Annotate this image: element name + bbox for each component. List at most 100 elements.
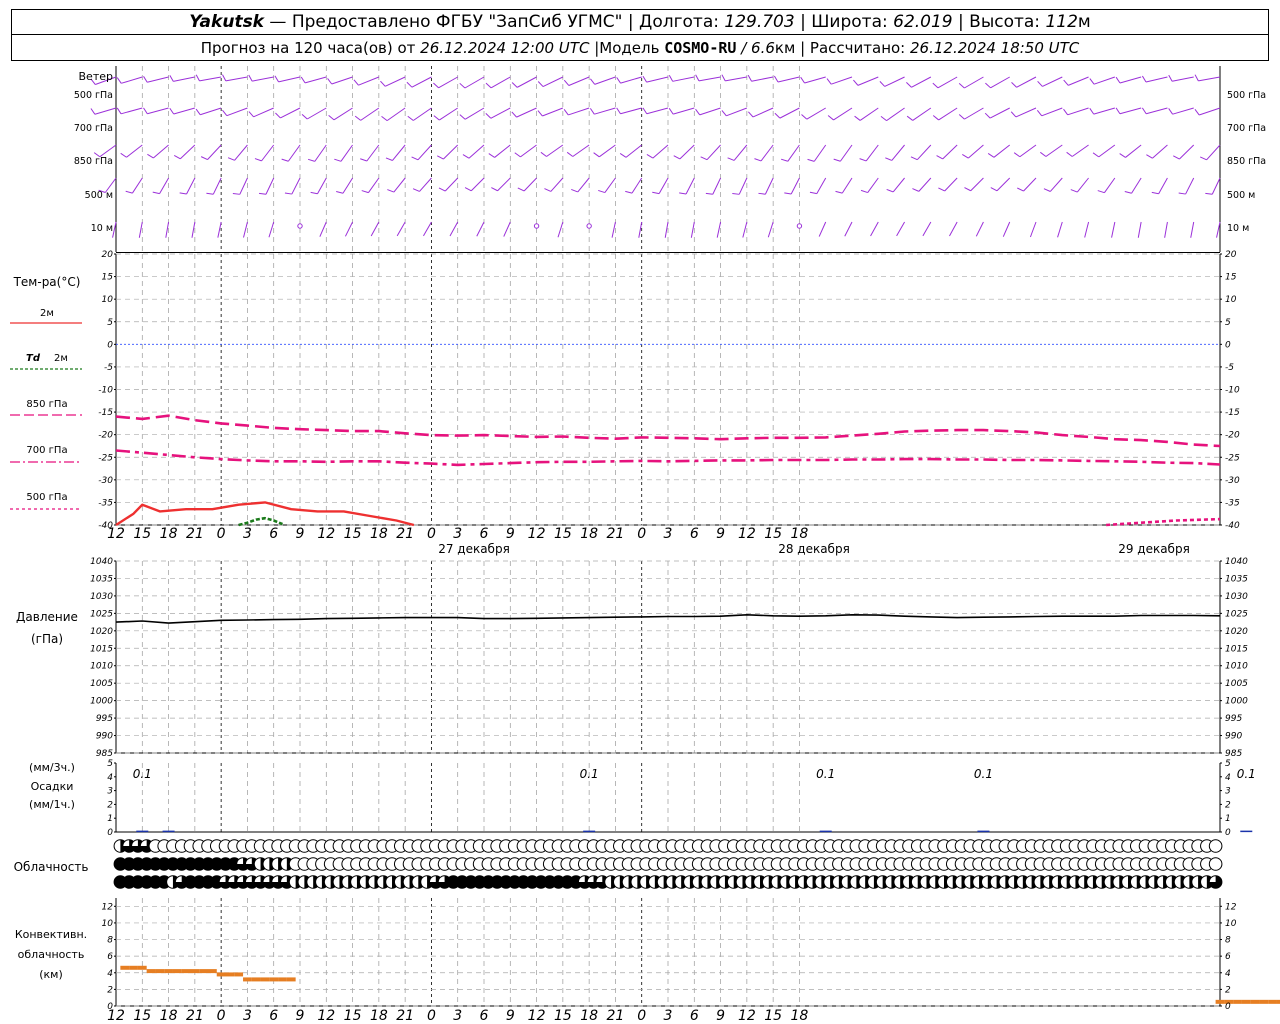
wind-feather — [459, 82, 466, 89]
wind-calm — [796, 223, 803, 229]
wind-feather — [275, 112, 281, 119]
wind-barb — [234, 144, 248, 161]
wind-feather — [491, 187, 498, 192]
wind-feather — [307, 158, 315, 162]
wind-feather — [328, 115, 335, 121]
wind-feather — [1036, 110, 1043, 117]
hour-tick-label: 21 — [186, 526, 204, 542]
wind-feather — [1089, 108, 1095, 115]
conv-bar — [286, 977, 296, 982]
wind-barb — [1111, 221, 1116, 238]
wind-barb — [1049, 177, 1063, 192]
temp-ytick-right: 10 — [1225, 295, 1237, 305]
wind-barb — [159, 177, 170, 194]
wind-feather — [700, 156, 708, 161]
pres-ytick-right: 1040 — [1225, 557, 1248, 567]
hour-tick-label: 6 — [480, 526, 489, 542]
wind-feather — [485, 113, 492, 119]
wind-barb — [1023, 177, 1037, 192]
wind-barb — [333, 107, 353, 121]
wind-barb — [470, 177, 485, 192]
wind-feather — [695, 74, 700, 82]
wind-barb — [949, 221, 958, 237]
conv-bar — [225, 972, 235, 977]
wind-barb — [1002, 221, 1011, 237]
conv-bar — [155, 969, 165, 974]
wind-feather — [361, 190, 369, 194]
conv-bar — [120, 965, 130, 970]
wind-feather — [116, 107, 122, 115]
wind-barb — [291, 177, 301, 195]
hour-tick-label: 0 — [427, 1008, 436, 1024]
wind-barb — [1185, 177, 1195, 195]
wind-feather — [517, 187, 525, 192]
wind-barb — [990, 76, 1010, 89]
wind-feather — [962, 154, 969, 159]
wind-barb — [975, 221, 984, 237]
wind-barb — [944, 177, 958, 192]
wind-barb — [912, 107, 932, 121]
pres-ytick-right: 1030 — [1225, 592, 1248, 602]
wind-barb — [870, 221, 879, 237]
wind-barb — [942, 144, 958, 160]
hour-tick-label: 9 — [716, 526, 725, 542]
conv-ytick: 10 — [102, 919, 114, 929]
wind-feather — [809, 191, 817, 195]
pres-ytick: 1010 — [90, 662, 113, 672]
conv-bar — [129, 965, 138, 970]
wind-feather — [511, 111, 517, 118]
wind-feather — [514, 152, 521, 158]
wind-feather — [464, 187, 472, 192]
wind-feather — [537, 110, 543, 117]
wind-barb — [733, 144, 748, 161]
wind-barb — [268, 221, 275, 238]
wind-barb — [937, 76, 958, 89]
wind-barb — [550, 177, 564, 192]
wind-barb — [542, 76, 564, 88]
wind-barb — [443, 144, 459, 160]
wind-feather — [1043, 188, 1051, 192]
temp-ytick: 15 — [102, 273, 114, 283]
wind-barb — [207, 144, 222, 160]
wind-feather — [1199, 156, 1207, 161]
wind-feather — [593, 152, 600, 158]
wind-barb — [577, 177, 590, 193]
wind-feather — [773, 75, 779, 83]
hour-tick-label: 6 — [269, 526, 278, 542]
temp-ytick: 10 — [102, 295, 114, 305]
hour-tick-label: 15 — [554, 1008, 572, 1024]
wind-barb — [306, 107, 327, 120]
meteogram: Ветер 500 гПа 700 гПа 850 гПа 500 м 10 м… — [10, 66, 1280, 1024]
wind-barb — [572, 144, 590, 157]
wind-barb — [804, 76, 826, 84]
wind-barb — [417, 144, 432, 161]
wind-barb — [464, 107, 485, 120]
hour-tick-label: 21 — [607, 1008, 625, 1024]
wind-barb — [1119, 107, 1142, 115]
wind-barb — [186, 177, 196, 195]
hour-tick-label: 9 — [716, 1008, 725, 1024]
wind-calm — [533, 223, 540, 229]
wind-barb — [884, 76, 905, 87]
wind-barb — [1119, 76, 1142, 84]
hour-tick-label: 0 — [427, 526, 436, 542]
wind-feather — [985, 82, 991, 89]
wind-feather — [1124, 191, 1132, 194]
prec-ytick: 3 — [107, 787, 113, 797]
wind-barb — [173, 76, 195, 82]
wind-feather — [598, 189, 606, 194]
hour-tick-label: 21 — [607, 526, 625, 542]
wind-barb — [764, 177, 774, 195]
wind-barb — [360, 107, 380, 121]
wind-barb — [342, 177, 353, 194]
wind-feather — [380, 80, 386, 87]
pres-ytick: 1000 — [90, 697, 113, 707]
wind-feather — [721, 74, 726, 82]
conv-bar — [164, 969, 173, 974]
wind-feather — [987, 153, 995, 158]
wind-feather — [616, 107, 621, 115]
wind-feather — [116, 77, 122, 84]
wind-barb — [180, 144, 196, 160]
wind-barb — [243, 221, 248, 238]
wind-barb — [844, 221, 853, 237]
